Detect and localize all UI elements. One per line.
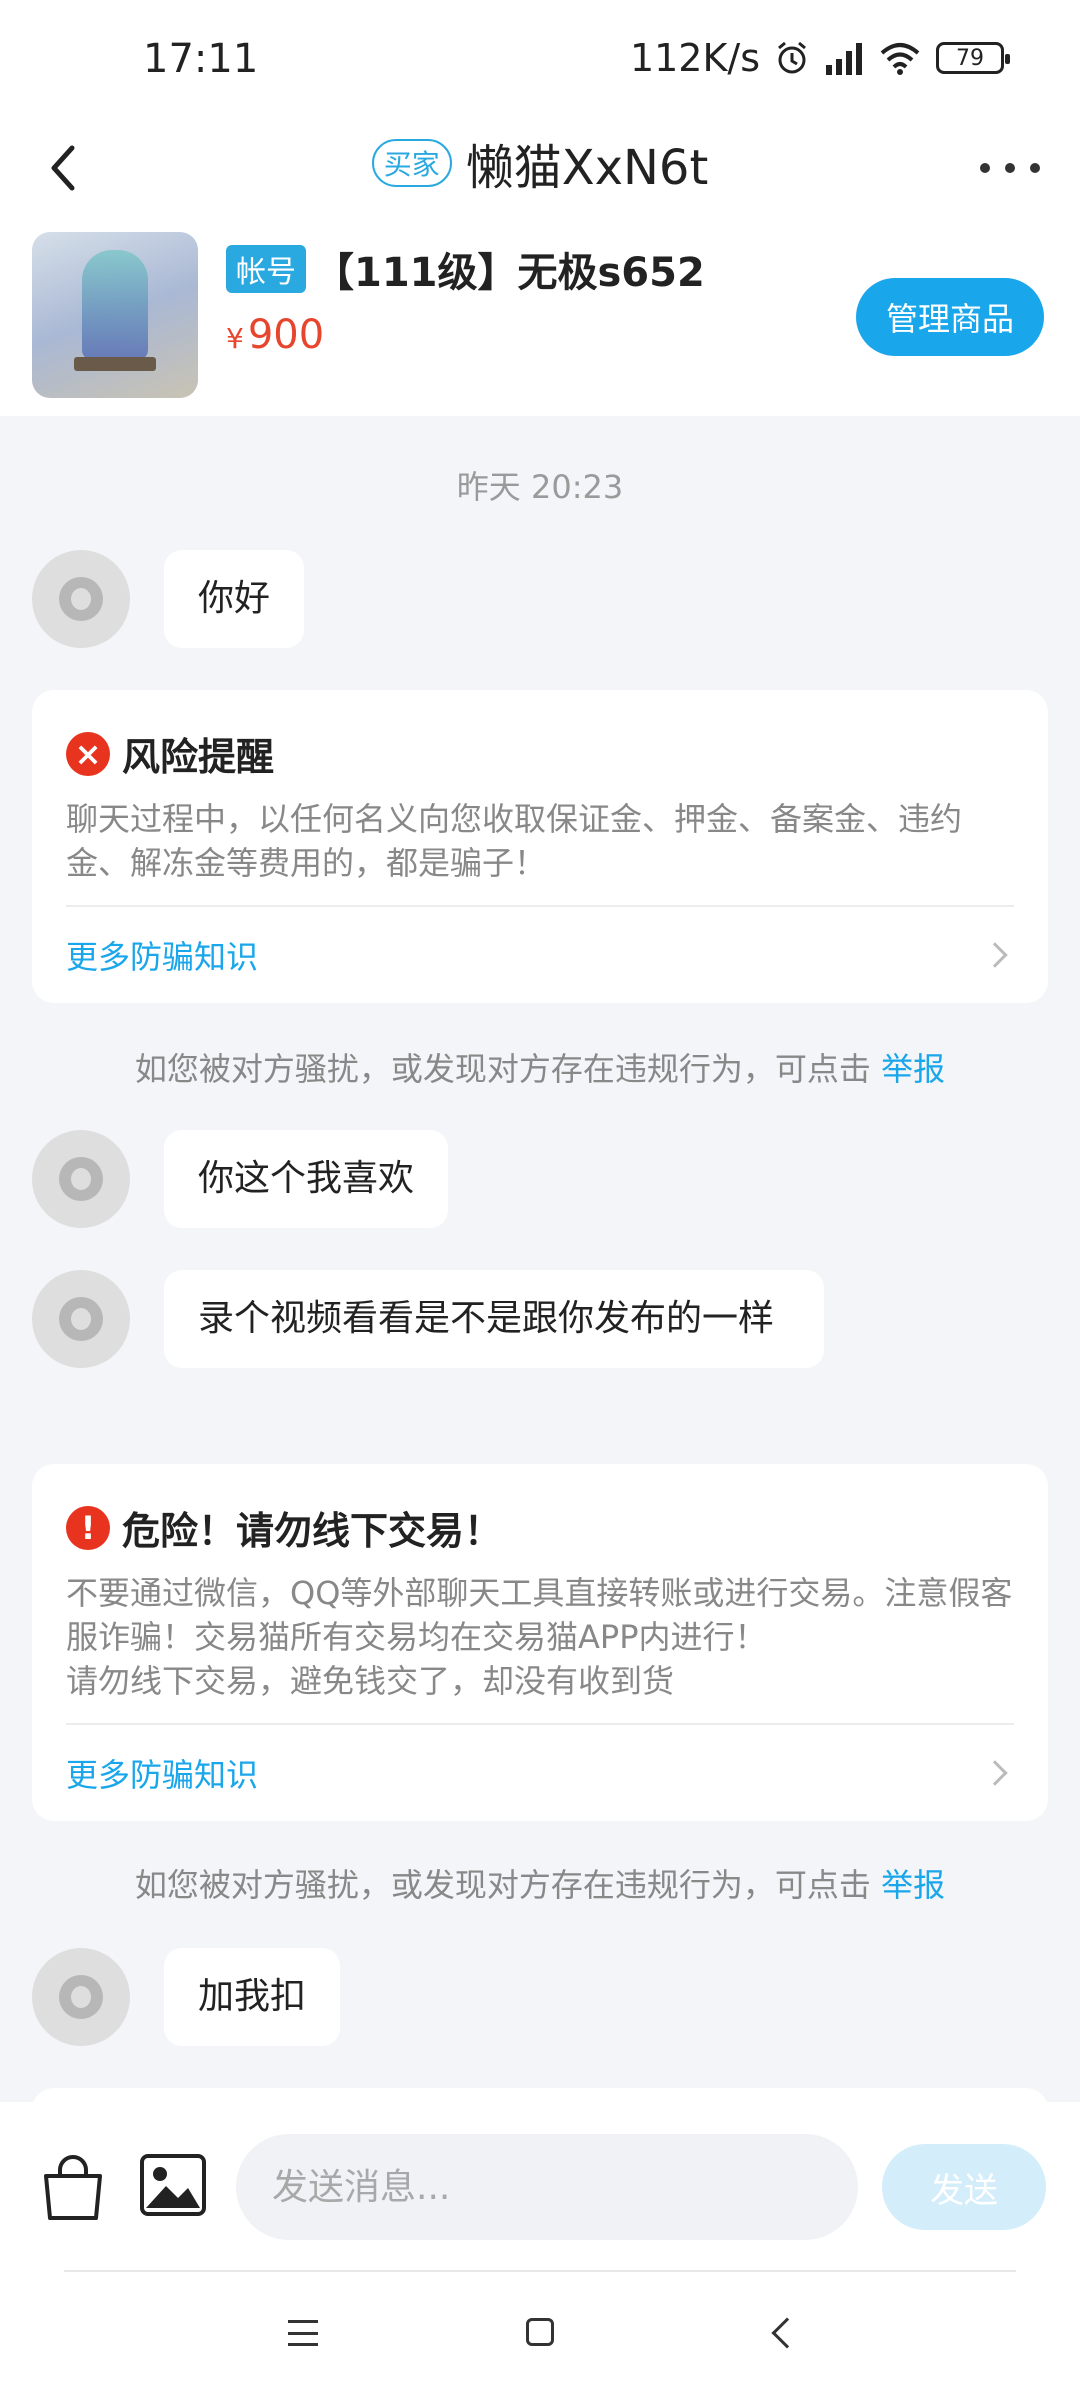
- alarm-icon: [778, 41, 806, 74]
- manage-product-button[interactable]: 管理商品: [856, 278, 1044, 356]
- product-price: ¥ 900: [226, 312, 705, 358]
- exclamation-icon: !: [66, 1505, 110, 1550]
- card-text-line: 不要通过微信，QQ等外部聊天工具直接转账或进行交易。注意假客服诈骗！交易猫所有交…: [66, 1574, 1013, 1656]
- message-bubble[interactable]: 你这个我喜欢: [164, 1130, 449, 1228]
- price-value: 900: [247, 312, 325, 358]
- error-icon: ×: [66, 731, 110, 776]
- report-notice: 如您被对方骚扰，或发现对方存在违规行为，可点击 举报: [0, 1860, 1080, 1906]
- net-speed: 112K/s: [629, 36, 760, 80]
- chevron-right-icon: [982, 1760, 1008, 1786]
- price-symbol: ¥: [226, 322, 244, 355]
- card-title: 风险提醒: [122, 735, 275, 779]
- message-row: 加我扣: [32, 1948, 341, 2046]
- risk-warning-card: × 风险提醒 聊天过程中，以任何名义向您收取保证金、押金、备案金、违约金、解冻金…: [32, 690, 1048, 1003]
- image-icon[interactable]: [138, 2150, 208, 2220]
- home-icon[interactable]: [526, 2318, 554, 2346]
- more-icon[interactable]: [980, 148, 1040, 188]
- input-bar: 发送: [0, 2102, 1080, 2272]
- system-nav-bar: [0, 2272, 1080, 2400]
- product-title: 【111级】无极s652: [314, 250, 705, 296]
- message-bubble[interactable]: 录个视频看看是不是跟你发布的一样: [164, 1270, 824, 1368]
- avatar[interactable]: [32, 1270, 130, 1368]
- anti-fraud-link-text[interactable]: 更多防骗知识: [66, 1750, 258, 1796]
- chevron-right-icon: [982, 942, 1008, 968]
- role-badge: 买家: [371, 139, 452, 187]
- avatar[interactable]: [32, 550, 130, 648]
- card-text-line: 请勿线下交易，避免钱交了，却没有收到货: [66, 1662, 675, 1700]
- product-bar[interactable]: 帐号 【111级】无极s652 ¥ 900 管理商品: [0, 218, 1080, 416]
- title-wrap: 买家 懒猫XxN6t: [0, 128, 1080, 198]
- chat-header: 买家 懒猫XxN6t: [0, 118, 1080, 218]
- message-input[interactable]: [236, 2134, 858, 2240]
- battery-icon: 79: [936, 42, 1010, 74]
- partial-card: [32, 2088, 1048, 2102]
- notice-text: 如您被对方骚扰，或发现对方存在违规行为，可点击: [134, 1050, 871, 1088]
- avatar[interactable]: [32, 1948, 130, 2046]
- chat-list[interactable]: 昨天 20:23 你好 × 风险提醒 聊天过程中，以任何名义向您收取保证金、押金…: [0, 416, 1080, 2102]
- anti-fraud-link[interactable]: 更多防骗知识: [66, 907, 1014, 1003]
- card-text: 聊天过程中，以任何名义向您收取保证金、押金、备案金、违约金、解冻金等费用的，都是…: [66, 800, 963, 882]
- page-title: 懒猫XxN6t: [465, 140, 709, 196]
- battery-level: 79: [956, 45, 984, 71]
- message-bubble[interactable]: 加我扣: [164, 1948, 341, 2046]
- card-text: 不要通过微信，QQ等外部聊天工具直接转账或进行交易。注意假客服诈骗！交易猫所有交…: [66, 1571, 1014, 1703]
- signal-icon: [826, 43, 862, 75]
- report-link[interactable]: 举报: [881, 1050, 945, 1088]
- account-tag: 帐号: [226, 245, 306, 293]
- status-icons: 112K/s 79: [629, 36, 1010, 80]
- shopping-bag-icon[interactable]: [38, 2152, 108, 2222]
- notice-text: 如您被对方骚扰，或发现对方存在违规行为，可点击: [134, 1866, 871, 1904]
- report-notice: 如您被对方骚扰，或发现对方存在违规行为，可点击 举报: [0, 1044, 1080, 1090]
- anti-fraud-link[interactable]: 更多防骗知识: [66, 1725, 1014, 1821]
- message-row: 你好: [32, 550, 305, 648]
- status-bar: 17:11 112K/s 79: [0, 0, 1080, 118]
- product-thumbnail[interactable]: [32, 232, 198, 398]
- wifi-icon: [880, 43, 920, 75]
- message-row: 你这个我喜欢: [32, 1130, 449, 1228]
- card-title: 危险！请勿线下交易！: [122, 1509, 503, 1553]
- message-row: 录个视频看看是不是跟你发布的一样: [32, 1270, 824, 1368]
- menu-icon[interactable]: [288, 2320, 318, 2346]
- product-info: 帐号 【111级】无极s652 ¥ 900: [226, 240, 705, 358]
- report-link[interactable]: 举报: [881, 1866, 945, 1904]
- anti-fraud-link-text[interactable]: 更多防骗知识: [66, 932, 258, 978]
- danger-warning-card: ! 危险！请勿线下交易！ 不要通过微信，QQ等外部聊天工具直接转账或进行交易。注…: [32, 1464, 1048, 1821]
- back-icon[interactable]: [771, 2317, 803, 2349]
- chat-timestamp: 昨天 20:23: [456, 468, 624, 506]
- status-time: 17:11: [143, 36, 259, 82]
- avatar[interactable]: [32, 1130, 130, 1228]
- message-bubble[interactable]: 你好: [164, 550, 305, 648]
- send-button[interactable]: 发送: [882, 2144, 1046, 2230]
